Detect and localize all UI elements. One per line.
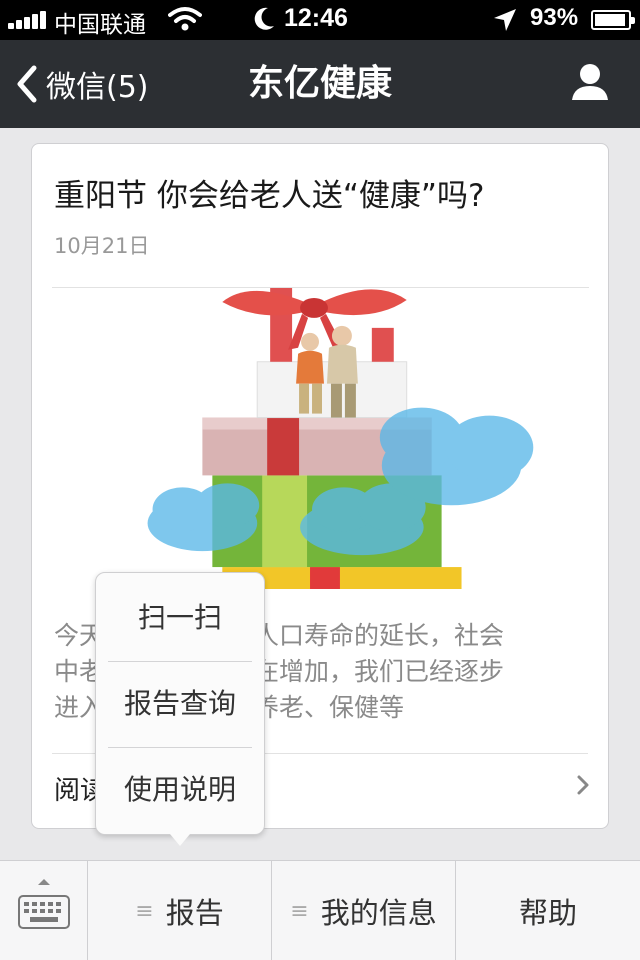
menu-report-button[interactable]: ≡ 报告 [88, 861, 272, 960]
moon-icon [254, 7, 274, 30]
menu-lines-icon: ≡ [290, 898, 309, 924]
location-arrow-icon [494, 9, 516, 31]
menu-my-info-button[interactable]: ≡ 我的信息 [272, 861, 456, 960]
menu-help-button[interactable]: 帮助 [456, 861, 640, 960]
chevron-right-icon [577, 775, 589, 795]
clock: 12:46 [284, 4, 348, 32]
article-title: 重阳节 你会给老人送“健康”吗? [54, 178, 485, 214]
status-bar: 中国联通 12:46 93% [0, 0, 640, 40]
menu-lines-icon: ≡ [135, 898, 154, 924]
menu-my-info-label: 我的信息 [320, 896, 437, 930]
menu-help-label: 帮助 [518, 896, 577, 930]
cover-image [52, 287, 589, 589]
signal-strength-icon [8, 11, 48, 29]
menu-item-report-query[interactable]: 报告查询 [96, 661, 264, 747]
bottom-menu-bar: ≡ 报告 ≡ 我的信息 帮助 [0, 860, 640, 960]
nav-bar: 微信(5) 东亿健康 [0, 40, 640, 128]
keyboard-toggle-button[interactable] [0, 861, 88, 960]
menu-report-label: 报告 [165, 896, 224, 930]
person-icon[interactable] [570, 62, 610, 102]
popup-pointer [170, 834, 190, 846]
article-date: 10月21日 [54, 234, 150, 258]
caret-up-icon [38, 879, 50, 885]
battery-percent: 93% [530, 4, 579, 31]
wifi-icon [168, 7, 202, 31]
page-title: 东亿健康 [247, 63, 392, 104]
report-submenu: 扫一扫 报告查询 使用说明 [95, 572, 265, 835]
keyboard-icon [18, 895, 70, 929]
menu-item-instructions[interactable]: 使用说明 [96, 747, 264, 833]
carrier-name: 中国联通 [54, 12, 146, 38]
menu-item-scan[interactable]: 扫一扫 [96, 575, 264, 661]
battery-icon [591, 10, 635, 30]
